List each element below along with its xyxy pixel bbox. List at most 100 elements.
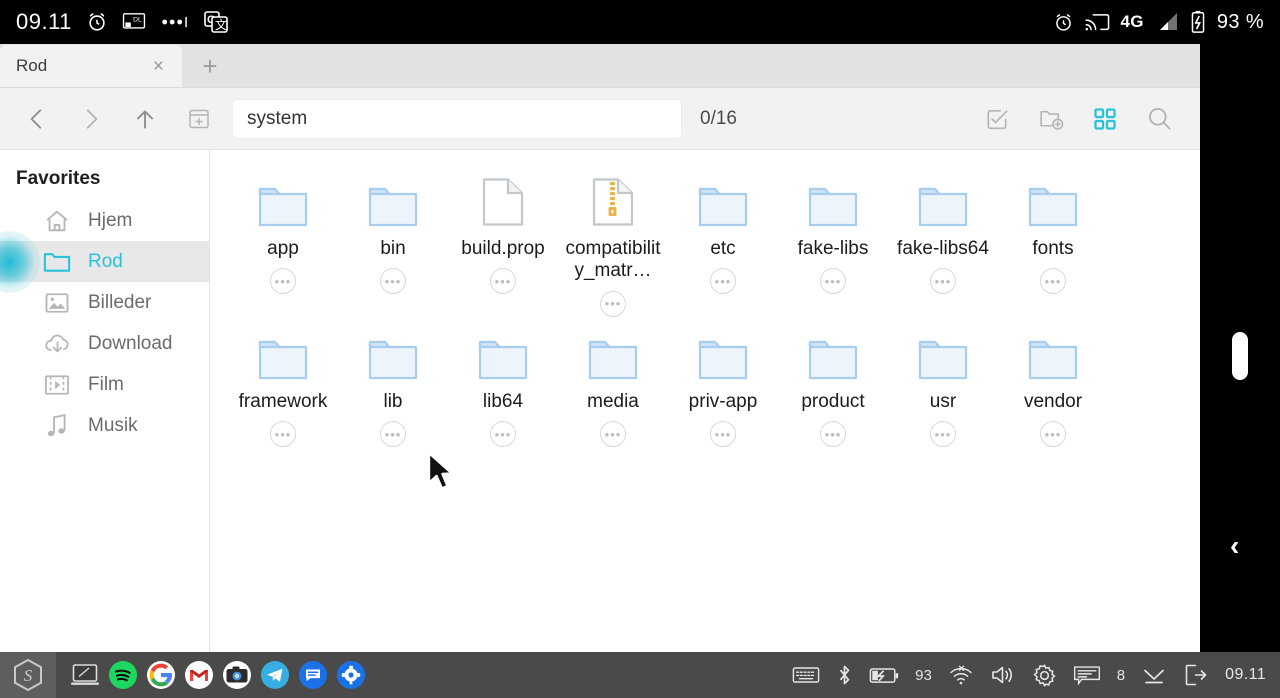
notifications-icon[interactable] <box>1073 664 1101 686</box>
item-overflow-menu-button[interactable]: ••• <box>600 290 626 317</box>
new-folder-icon[interactable] <box>1024 92 1078 146</box>
chevron-down-icon[interactable] <box>1141 665 1167 685</box>
music-note-icon <box>42 412 72 440</box>
path-value: system <box>247 107 308 129</box>
network-type-label: 4G <box>1120 12 1144 31</box>
alarm-icon <box>1053 12 1074 33</box>
file-item[interactable]: app ••• <box>228 168 338 321</box>
close-icon[interactable]: × <box>149 55 168 78</box>
folder-icon <box>257 329 309 381</box>
search-icon[interactable] <box>1132 92 1186 146</box>
system-tray: 93 8 09.11 <box>792 663 1280 688</box>
status-bar-left: 09.11 DL 文 <box>16 9 228 35</box>
sidebar-item-download[interactable]: Download <box>0 323 209 364</box>
folder-icon <box>1027 176 1079 228</box>
telegram-icon[interactable] <box>260 660 290 690</box>
file-item[interactable]: product ••• <box>778 321 888 451</box>
scroll-handle[interactable] <box>1232 332 1248 380</box>
file-item[interactable]: usr ••• <box>888 321 998 451</box>
sidebar-item-rod[interactable]: Rod <box>0 230 209 293</box>
bluetooth-icon[interactable] <box>836 663 853 687</box>
item-overflow-menu-button[interactable]: ••• <box>600 421 626 448</box>
back-gesture-chevron[interactable]: ‹ <box>1230 530 1239 562</box>
new-panel-icon[interactable] <box>172 92 226 146</box>
android-status-bar: 09.11 DL 文 4G 93 % <box>0 0 1280 44</box>
item-overflow-menu-button[interactable]: ••• <box>490 421 516 448</box>
file-item[interactable]: priv-app ••• <box>668 321 778 451</box>
item-overflow-menu-button[interactable]: ••• <box>1040 421 1066 448</box>
file-item[interactable]: fonts ••• <box>998 168 1108 321</box>
file-item[interactable]: etc ••• <box>668 168 778 321</box>
new-tab-button[interactable]: + <box>182 45 238 87</box>
file-name: fake-libs64 <box>897 238 989 259</box>
grid-view-icon[interactable] <box>1078 92 1132 146</box>
notifications-count: 8 <box>1116 666 1126 684</box>
folder-icon <box>477 329 529 381</box>
item-overflow-menu-button[interactable]: ••• <box>710 268 736 295</box>
folder-icon <box>587 329 639 381</box>
exit-icon[interactable] <box>1183 663 1209 687</box>
file-item[interactable]: lib64 ••• <box>448 321 558 451</box>
tab-strip: Rod × + <box>0 44 1200 88</box>
file-item[interactable]: media ••• <box>558 321 668 451</box>
tab-rod[interactable]: Rod × <box>0 45 182 87</box>
sidebar-item-hjem[interactable]: Hjem <box>0 200 209 241</box>
volume-icon[interactable] <box>990 664 1016 686</box>
gmail-icon[interactable] <box>184 660 214 690</box>
sentio-launcher-icon[interactable]: S <box>0 652 56 698</box>
image-icon <box>42 289 72 317</box>
sidebar-item-film[interactable]: Film <box>0 364 209 405</box>
item-overflow-menu-button[interactable]: ••• <box>380 268 406 295</box>
home-icon <box>42 207 72 235</box>
google-icon[interactable] <box>146 660 176 690</box>
item-overflow-menu-button[interactable]: ••• <box>490 268 516 295</box>
path-input[interactable]: system <box>232 98 682 139</box>
item-overflow-menu-button[interactable]: ••• <box>270 421 296 448</box>
file-item[interactable]: build.prop ••• <box>448 168 558 321</box>
mouse-cursor <box>427 451 454 490</box>
item-overflow-menu-button[interactable]: ••• <box>380 421 406 448</box>
settings-gear-icon[interactable] <box>1032 663 1057 688</box>
file-item[interactable]: lib ••• <box>338 321 448 451</box>
desktop-window-icon[interactable] <box>70 660 100 690</box>
file-name: app <box>267 238 299 259</box>
taskbar: S 93 8 09.11 <box>0 652 1280 698</box>
messages-icon[interactable] <box>298 660 328 690</box>
file-name: fonts <box>1032 238 1074 259</box>
item-overflow-menu-button[interactable]: ••• <box>1040 268 1066 295</box>
folder-icon <box>367 176 419 228</box>
folder-icon <box>807 329 859 381</box>
svg-text:文: 文 <box>215 17 227 32</box>
item-overflow-menu-button[interactable]: ••• <box>270 268 296 295</box>
file-item[interactable]: vendor ••• <box>998 321 1108 451</box>
up-directory-button[interactable] <box>118 92 172 146</box>
spotify-icon[interactable] <box>108 660 138 690</box>
wifi-off-icon[interactable] <box>948 664 974 686</box>
cloud-download-icon <box>42 330 72 358</box>
file-item[interactable]: bin ••• <box>338 168 448 321</box>
item-overflow-menu-button[interactable]: ••• <box>820 421 846 448</box>
archive-icon <box>591 176 635 228</box>
camera-icon[interactable] <box>222 660 252 690</box>
file-item[interactable]: fake-libs ••• <box>778 168 888 321</box>
keyboard-icon[interactable] <box>792 665 820 685</box>
file-item[interactable]: compatibility_matr… ••• <box>558 168 668 321</box>
item-overflow-menu-button[interactable]: ••• <box>930 268 956 295</box>
forward-button[interactable] <box>64 92 118 146</box>
file-item[interactable]: framework ••• <box>228 321 338 451</box>
battery-charging-icon[interactable] <box>869 666 899 685</box>
file-manager-window: Rod × + system 0/16 Favorites Hjem Rod B… <box>0 44 1200 652</box>
sidebar-label: Musik <box>88 414 138 436</box>
folder-icon <box>697 176 749 228</box>
item-overflow-menu-button[interactable]: ••• <box>930 421 956 448</box>
sidebar-item-billeder[interactable]: Billeder <box>0 282 209 323</box>
item-overflow-menu-button[interactable]: ••• <box>710 421 736 448</box>
item-overflow-menu-button[interactable]: ••• <box>820 268 846 295</box>
file-item[interactable]: fake-libs64 ••• <box>888 168 998 321</box>
settings-gear-icon[interactable] <box>336 660 366 690</box>
file-name: fake-libs <box>797 238 869 259</box>
back-button[interactable] <box>10 92 64 146</box>
file-grid: app ••• bin ••• build.prop ••• compatibility_m… <box>228 168 1184 451</box>
select-edit-icon[interactable] <box>970 92 1024 146</box>
sidebar-item-musik[interactable]: Musik <box>0 405 209 446</box>
